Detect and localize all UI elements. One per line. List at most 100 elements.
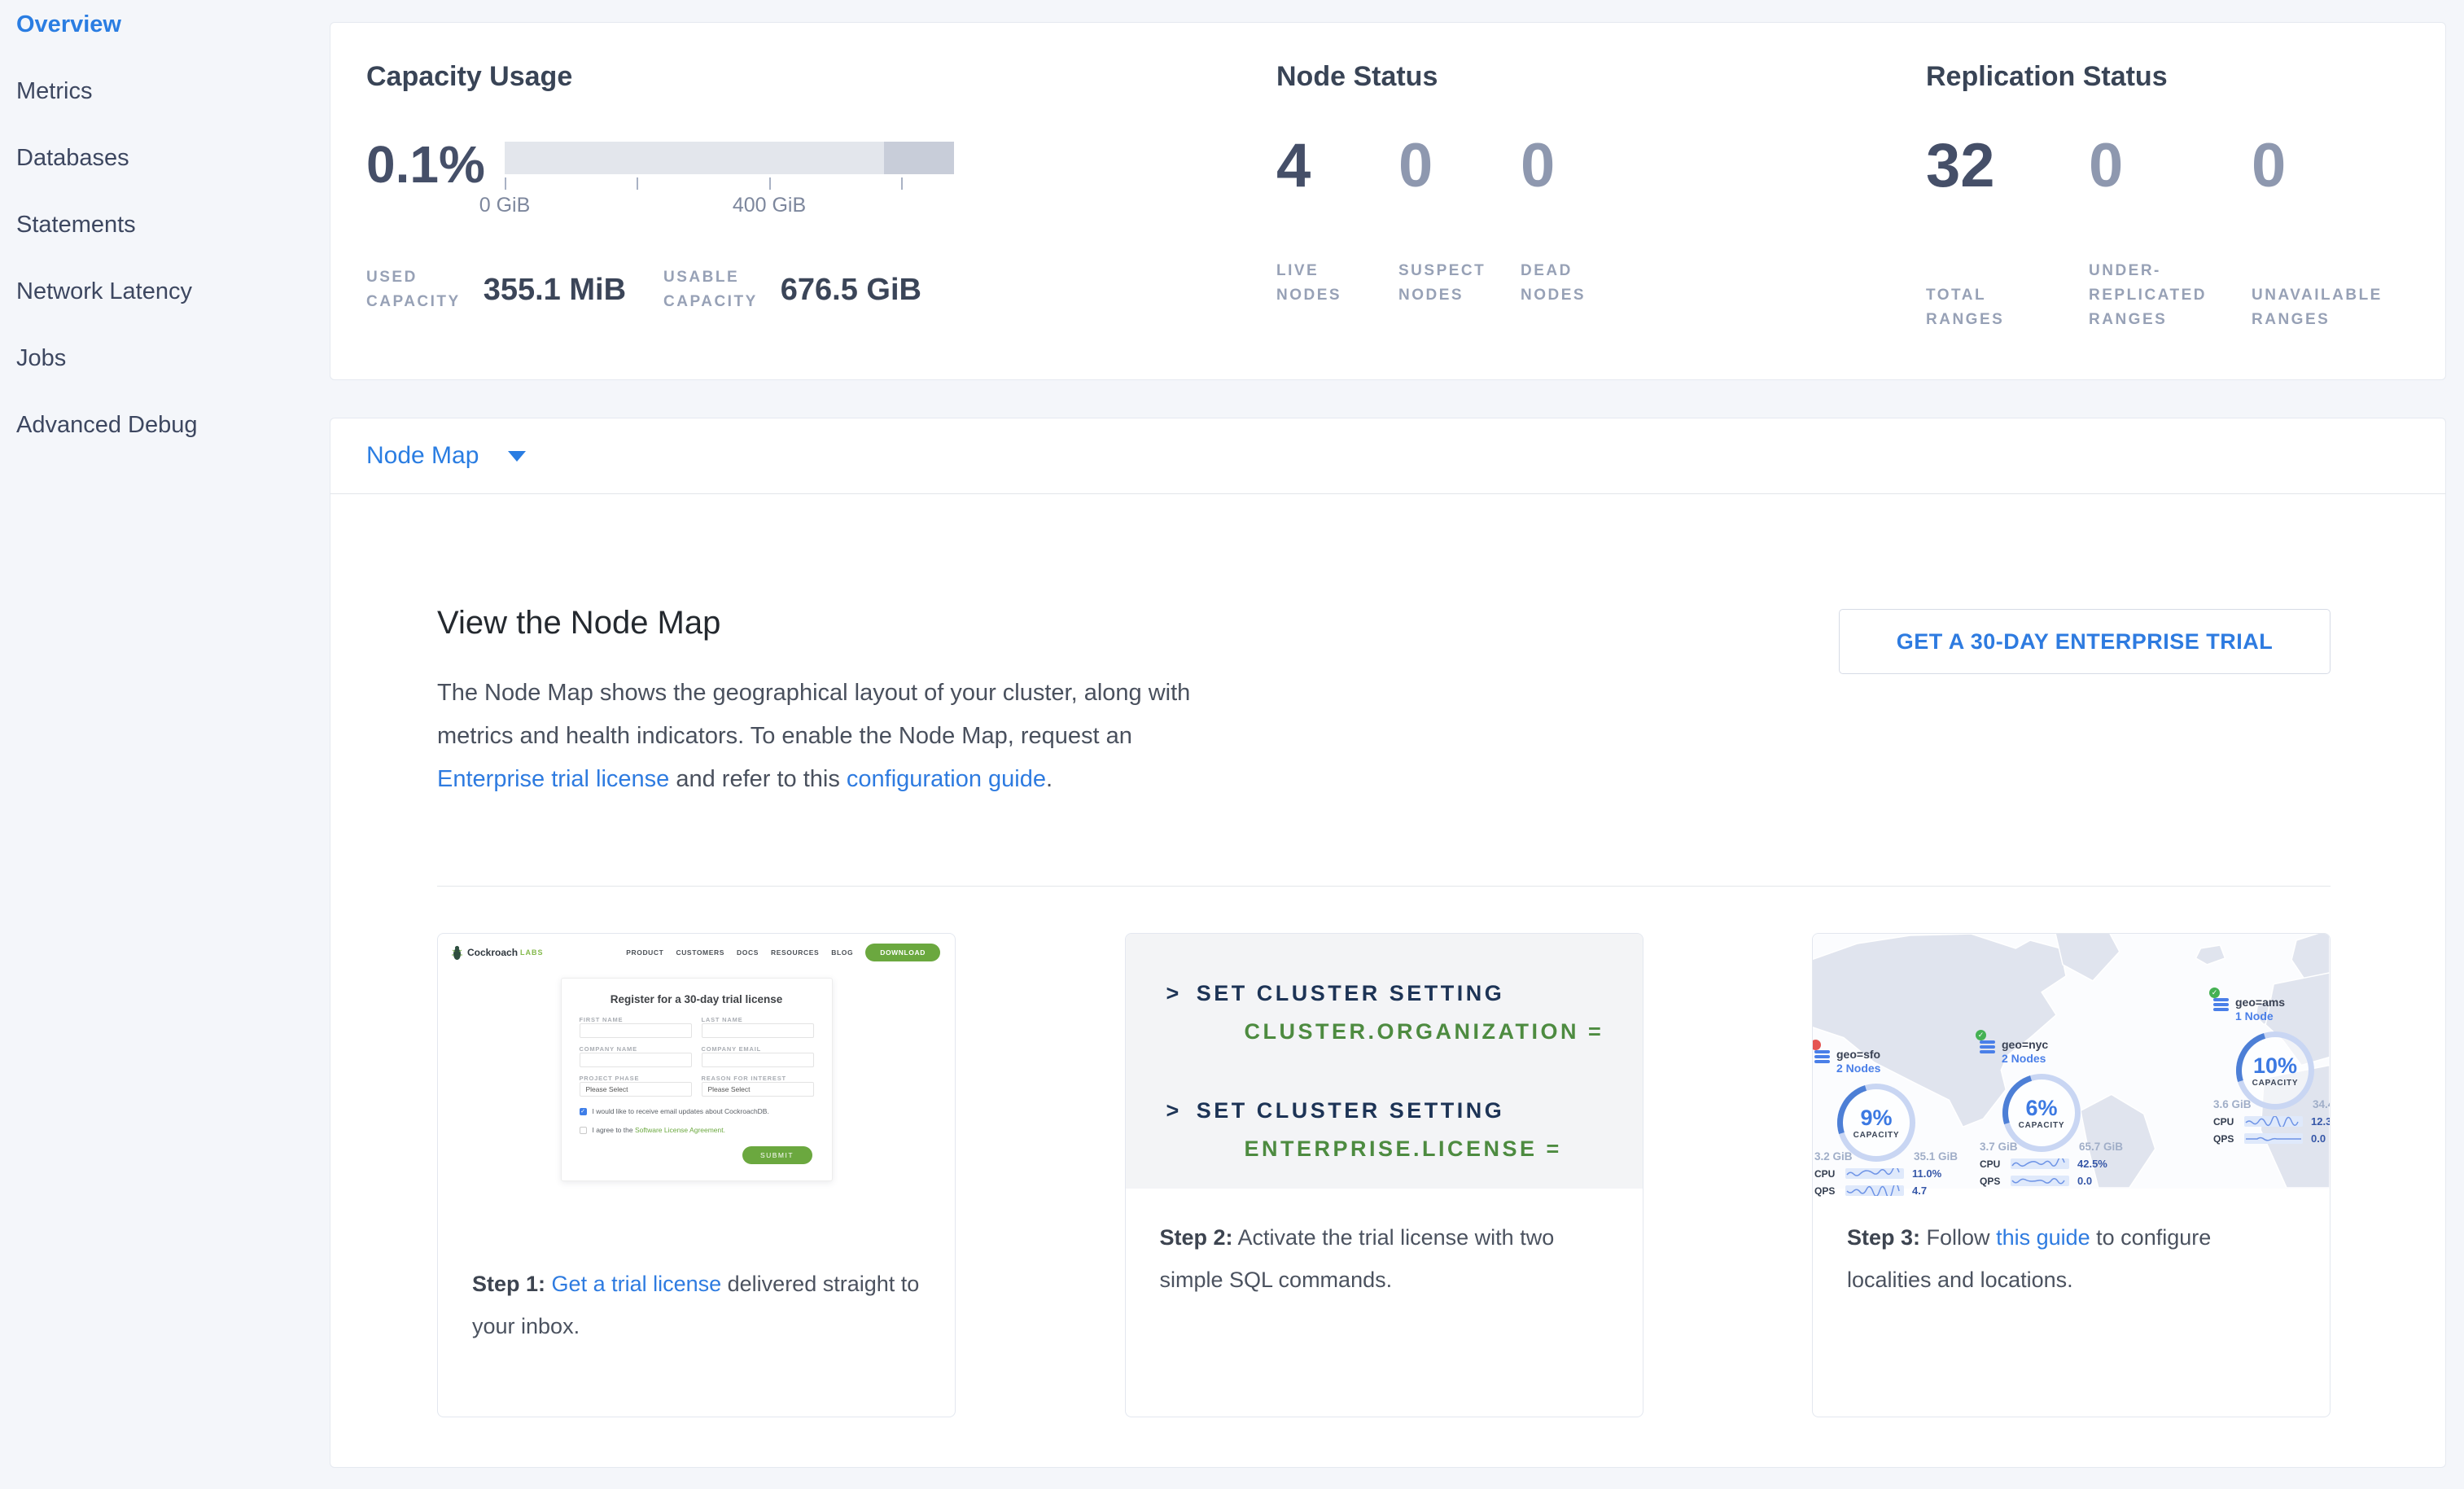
mini-nav-customers: CUSTOMERS [676, 948, 724, 957]
node-map-intro-text: View the Node Map The Node Map shows the… [437, 603, 1239, 801]
configuration-guide-link[interactable]: configuration guide [847, 766, 1046, 792]
cockroach-labs-logo: Cockroach LABS [451, 945, 544, 961]
section-divider [437, 886, 2331, 887]
sidebar-item-metrics[interactable]: Metrics [16, 78, 330, 145]
main-content: Capacity Usage 0.1% 0 GiB 400 Gi [330, 0, 2446, 1468]
node-alert-icon [1812, 1040, 1821, 1050]
capacity-usage-title: Capacity Usage [366, 60, 1276, 93]
live-nodes-label: LIVENODES [1276, 259, 1398, 308]
mini-last-name-field [702, 1023, 814, 1038]
step-2-card: >SET CLUSTER SETTING CLUSTER.ORGANIZATIO… [1125, 933, 1643, 1417]
cockroach-bug-icon [451, 945, 463, 961]
get-enterprise-trial-button[interactable]: GET A 30-DAY ENTERPRISE TRIAL [1839, 609, 2331, 674]
capacity-bar-used-segment [884, 142, 954, 174]
axis-label-0gib: 0 GiB [479, 194, 531, 217]
qps-sparkline [2011, 1176, 2069, 1186]
capacity-bar-chart: 0 GiB 400 GiB [505, 142, 954, 218]
node-disks-icon [1980, 1040, 1995, 1055]
replication-status-title: Replication Status [1926, 60, 2445, 93]
description-text: The Node Map shows the geographical layo… [437, 680, 1190, 749]
capacity-bar [505, 142, 954, 174]
step-3-caption: Step 3: Follow this guide to configure l… [1813, 1189, 2330, 1301]
sql-set-cluster-setting-2: SET CLUSTER SETTING [1197, 1098, 1505, 1123]
node-map-description: The Node Map shows the geographical layo… [437, 672, 1239, 801]
map-node-nyc: ✓ geo=nyc 2 Nodes 6% CAPACITY 3.7 GiB [1980, 1038, 2126, 1187]
sidebar-item-statements[interactable]: Statements [16, 212, 330, 278]
mini-form-title: Register for a 30-day trial license [580, 993, 814, 1005]
trial-registration-form: Register for a 30-day trial license FIRS… [561, 978, 833, 1181]
mini-company-email-field [702, 1053, 814, 1067]
node-map-dropdown[interactable]: Node Map [366, 442, 526, 470]
sidebar-item-databases[interactable]: Databases [16, 145, 330, 212]
axis-label-400gib: 400 GiB [733, 194, 806, 217]
sidebar-item-overview[interactable]: Overview [16, 11, 330, 78]
description-text: and refer to this [669, 766, 847, 792]
node-disks-icon [1814, 1050, 1830, 1065]
mini-nav-product: PRODUCT [626, 948, 663, 957]
chevron-down-icon [508, 451, 526, 462]
this-guide-link[interactable]: this guide [1996, 1225, 2090, 1250]
map-node-sfo: geo=sfo 2 Nodes 9% CAPACITY 3.2 GiB 35.1… [1814, 1048, 1961, 1197]
cpu-sparkline [2011, 1158, 2069, 1169]
replication-status-card: Replication Status 32 0 0 TOTALRANGES UN… [1926, 60, 2445, 379]
map-node-ams: ✓ geo=ams 1 Node 10% CAPACITY 3.6 GiB [2213, 996, 2331, 1145]
mini-submit-button: SUBMIT [742, 1146, 812, 1164]
step-2-caption: Step 2: Activate the trial license with … [1126, 1189, 1643, 1301]
node-map-dropdown-label: Node Map [366, 442, 479, 470]
trial-license-site-screenshot: Cockroach LABS PRODUCT CUSTOMERS DOCS RE… [438, 934, 955, 1235]
get-trial-license-link[interactable]: Get a trial license [552, 1272, 722, 1296]
capacity-usage-card: Capacity Usage 0.1% 0 GiB 400 Gi [366, 60, 1276, 379]
dead-nodes-value: 0 [1521, 135, 1643, 197]
step-1-caption: Step 1: Get a trial license delivered st… [438, 1235, 955, 1347]
sidebar: Overview Metrics Databases Statements Ne… [0, 0, 330, 1489]
dead-nodes-label: DEADNODES [1521, 259, 1643, 308]
unavailable-ranges-label: UNAVAILABLERANGES [2252, 283, 2414, 332]
mini-company-name-field [580, 1053, 692, 1067]
step-1-card: Cockroach LABS PRODUCT CUSTOMERS DOCS RE… [437, 933, 956, 1417]
total-ranges-value: 32 [1926, 135, 2089, 197]
capacity-gauge: 9% CAPACITY [1837, 1084, 1915, 1162]
node-status-card: Node Status 4 0 0 LIVENODES SUSPECTNODES… [1276, 60, 1926, 379]
used-capacity-value: 355.1 MiB [484, 273, 626, 308]
capacity-gauge: 6% CAPACITY [2002, 1074, 2081, 1152]
page-title: View the Node Map [437, 603, 1239, 642]
capacity-axis-ticks [505, 177, 954, 191]
under-replicated-ranges-value: 0 [2089, 135, 2252, 197]
used-capacity-label: USEDCAPACITY [366, 265, 461, 314]
mini-nav-resources: RESOURCES [771, 948, 819, 957]
description-text: . [1046, 766, 1053, 792]
mini-project-phase-select: Please Select [580, 1082, 692, 1097]
mini-checkbox-unchecked [580, 1127, 587, 1134]
sql-commands-illustration: >SET CLUSTER SETTING CLUSTER.ORGANIZATIO… [1126, 934, 1643, 1189]
node-disks-icon [2213, 998, 2229, 1013]
usable-capacity-value: 676.5 GiB [781, 273, 921, 308]
suspect-nodes-value: 0 [1398, 135, 1521, 197]
node-status-title: Node Status [1276, 60, 1926, 93]
cpu-sparkline [2244, 1116, 2303, 1127]
live-nodes-value: 4 [1276, 135, 1398, 197]
sidebar-item-jobs[interactable]: Jobs [16, 345, 330, 412]
mini-reason-select: Please Select [702, 1082, 814, 1097]
suspect-nodes-label: SUSPECTNODES [1398, 259, 1521, 308]
sidebar-item-network-latency[interactable]: Network Latency [16, 278, 330, 345]
sql-enterprise-license: ENTERPRISE.LICENSE = [1245, 1136, 1643, 1162]
sidebar-item-advanced-debug[interactable]: Advanced Debug [16, 412, 330, 479]
sql-cluster-organization: CLUSTER.ORGANIZATION = [1245, 1019, 1643, 1044]
sql-set-cluster-setting-1: SET CLUSTER SETTING [1197, 981, 1505, 1005]
node-map-intro-panel: View the Node Map The Node Map shows the… [330, 494, 2446, 1468]
unavailable-ranges-value: 0 [2252, 135, 2414, 197]
enterprise-trial-license-link[interactable]: Enterprise trial license [437, 766, 669, 792]
cpu-sparkline [1845, 1168, 1904, 1179]
mini-checkbox-checked: ✓ [580, 1108, 587, 1115]
total-ranges-label: TOTALRANGES [1926, 283, 2089, 332]
qps-sparkline [2244, 1133, 2303, 1144]
view-selector-bar: Node Map [330, 418, 2446, 494]
cluster-summary-panel: Capacity Usage 0.1% 0 GiB 400 Gi [330, 22, 2446, 380]
step-3-card: geo=sfo 2 Nodes 9% CAPACITY 3.2 GiB 35.1… [1812, 933, 2331, 1417]
qps-sparkline [1845, 1185, 1904, 1196]
node-healthy-icon: ✓ [1976, 1030, 1986, 1040]
under-replicated-ranges-label: UNDER-REPLICATEDRANGES [2089, 259, 2252, 332]
mini-nav-docs: DOCS [737, 948, 759, 957]
capacity-gauge: 10% CAPACITY [2236, 1031, 2314, 1110]
mini-first-name-field [580, 1023, 692, 1038]
